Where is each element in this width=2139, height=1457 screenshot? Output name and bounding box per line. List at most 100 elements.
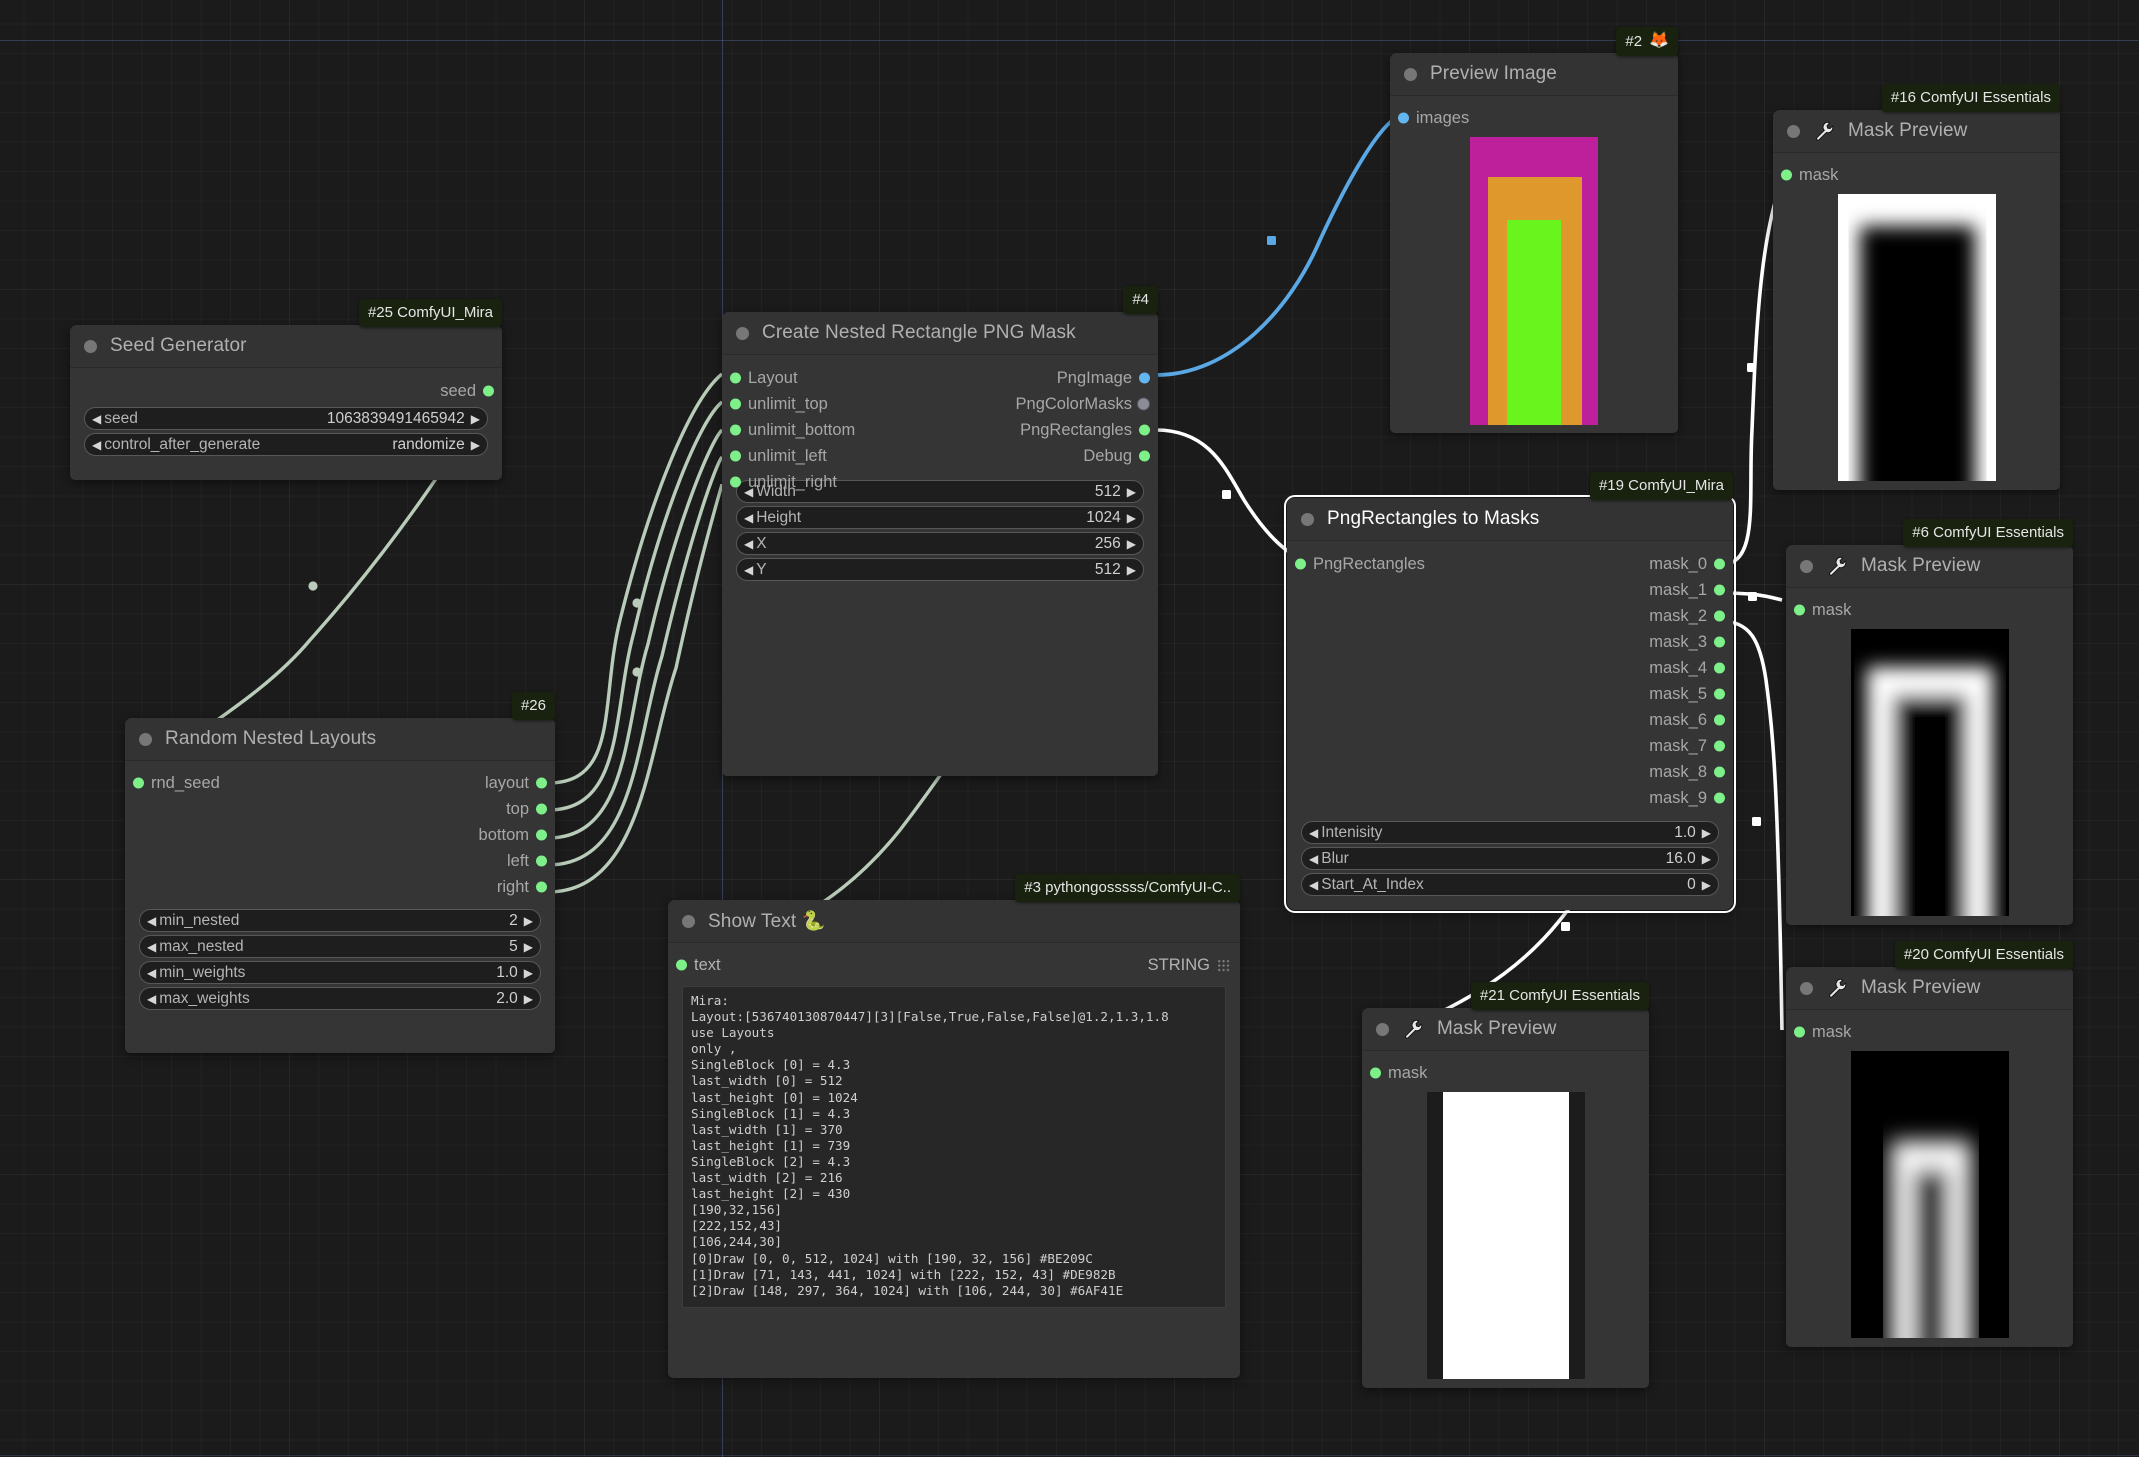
widget-value[interactable]: 0 <box>1687 876 1702 894</box>
widget-min-nested[interactable]: ◀ min_nested 2 ▶ <box>139 909 541 932</box>
graph-canvas[interactable]: #25 ComfyUI_Mira Seed Generator seed ◀ s… <box>0 0 2139 1457</box>
slot-dot-icon[interactable] <box>536 881 547 893</box>
slot-dot-icon[interactable] <box>1139 450 1150 462</box>
node-mask-preview-6[interactable]: #6 ComfyUI Essentials Mask Preview mask <box>1786 519 2073 925</box>
decrement-arrow-icon[interactable]: ◀ <box>744 538 753 550</box>
output-slot-mask-6[interactable]: mask_6 <box>1287 707 1733 733</box>
output-slot-mask-9[interactable]: mask_9 <box>1287 785 1733 811</box>
widget-max-weights[interactable]: ◀ max_weights 2.0 ▶ <box>139 987 541 1010</box>
output-slot-mask-3[interactable]: mask_3 <box>1287 629 1733 655</box>
node-create-nested-rectangle-png-mask[interactable]: #4 Create Nested Rectangle PNG Mask Layo… <box>722 286 1158 776</box>
widget-height[interactable]: ◀ Height 1024 ▶ <box>736 506 1144 529</box>
slot-dot-icon[interactable] <box>676 959 687 971</box>
output-slot-right[interactable]: right <box>125 874 555 900</box>
widget-value[interactable]: 1024 <box>1086 509 1126 527</box>
output-slot-top[interactable]: top <box>125 796 555 822</box>
node-title-bar[interactable]: Mask Preview <box>1362 1008 1649 1051</box>
node-preview-image[interactable]: #2 🦊 Preview Image images <box>1390 27 1678 433</box>
slot-dot-icon[interactable] <box>1714 740 1725 752</box>
widget-value[interactable]: randomize <box>392 436 470 454</box>
node-mask-preview-21[interactable]: #21 ComfyUI Essentials Mask Preview mask <box>1362 982 1649 1388</box>
node-title-bar[interactable]: Mask Preview <box>1786 545 2073 588</box>
output-slot-pngrectangles[interactable]: PngRectangles <box>722 417 1158 443</box>
widget-value[interactable]: 256 <box>1095 535 1127 553</box>
node-seed-generator[interactable]: #25 ComfyUI_Mira Seed Generator seed ◀ s… <box>70 299 502 480</box>
increment-arrow-icon[interactable]: ▶ <box>1127 486 1136 498</box>
increment-arrow-icon[interactable]: ▶ <box>1702 853 1711 865</box>
collapse-dot-icon[interactable] <box>1301 512 1314 526</box>
widget-value[interactable]: 512 <box>1095 561 1127 579</box>
output-slot-seed[interactable]: seed <box>70 378 502 404</box>
node-title-bar[interactable]: Seed Generator <box>70 325 502 368</box>
increment-arrow-icon[interactable]: ▶ <box>524 967 533 979</box>
input-slot-unlimit-right[interactable]: unlimit_right <box>722 469 972 495</box>
slot-dot-icon[interactable] <box>1398 112 1409 124</box>
output-slot-left[interactable]: left <box>125 848 555 874</box>
node-mask-preview-20[interactable]: #20 ComfyUI Essentials Mask Preview mask <box>1786 941 2073 1347</box>
collapse-dot-icon[interactable] <box>1376 1022 1389 1036</box>
slot-dot-icon[interactable] <box>536 855 547 867</box>
decrement-arrow-icon[interactable]: ◀ <box>1309 827 1318 839</box>
increment-arrow-icon[interactable]: ▶ <box>1127 564 1136 576</box>
slot-dot-icon[interactable] <box>1794 604 1805 616</box>
mask-preview-display[interactable] <box>1787 194 2046 481</box>
output-slot-mask-8[interactable]: mask_8 <box>1287 759 1733 785</box>
widget-value[interactable]: 1.0 <box>1674 824 1702 842</box>
node-title-bar[interactable]: Mask Preview <box>1786 967 2073 1010</box>
increment-arrow-icon[interactable]: ▶ <box>524 915 533 927</box>
slot-dot-icon[interactable] <box>1714 792 1725 804</box>
widget-seed[interactable]: ◀ seed 1063839491465942 ▶ <box>84 407 488 430</box>
decrement-arrow-icon[interactable]: ◀ <box>1309 853 1318 865</box>
collapse-dot-icon[interactable] <box>1800 981 1813 995</box>
slot-dot-icon[interactable] <box>536 829 547 841</box>
increment-arrow-icon[interactable]: ▶ <box>1127 512 1136 524</box>
widget-max-nested[interactable]: ◀ max_nested 5 ▶ <box>139 935 541 958</box>
slot-dot-icon[interactable] <box>1714 610 1725 622</box>
slot-dot-icon[interactable] <box>536 803 547 815</box>
grip-handle-icon[interactable] <box>1217 958 1230 972</box>
input-slot-mask[interactable]: mask <box>1786 597 2073 623</box>
increment-arrow-icon[interactable]: ▶ <box>1702 827 1711 839</box>
widget-x[interactable]: ◀ X 256 ▶ <box>736 532 1144 555</box>
collapse-dot-icon[interactable] <box>682 914 695 928</box>
increment-arrow-icon[interactable]: ▶ <box>524 941 533 953</box>
widget-value[interactable]: 5 <box>509 938 524 956</box>
node-title-bar[interactable]: Create Nested Rectangle PNG Mask <box>722 312 1158 355</box>
increment-arrow-icon[interactable]: ▶ <box>1702 879 1711 891</box>
widget-intensity[interactable]: ◀ Intenisity 1.0 ▶ <box>1301 821 1719 844</box>
output-slot-pngimage[interactable]: PngImage <box>722 365 1158 391</box>
collapse-dot-icon[interactable] <box>84 339 97 353</box>
output-slot-mask-0[interactable]: mask_0 <box>1287 551 1733 577</box>
slot-dot-icon[interactable] <box>730 476 741 488</box>
output-slot-mask-7[interactable]: mask_7 <box>1287 733 1733 759</box>
widget-start-at-index[interactable]: ◀ Start_At_Index 0 ▶ <box>1301 873 1719 896</box>
node-title-bar[interactable]: Show Text 🐍 <box>668 900 1240 943</box>
input-slot-images[interactable]: images <box>1390 105 1678 131</box>
slot-dot-icon[interactable] <box>536 777 547 789</box>
decrement-arrow-icon[interactable]: ◀ <box>92 439 101 451</box>
decrement-arrow-icon[interactable]: ◀ <box>147 993 156 1005</box>
slot-dot-icon[interactable] <box>1714 558 1725 570</box>
node-random-nested-layouts[interactable]: #26 Random Nested Layouts rnd_seed layou… <box>125 692 555 1053</box>
slot-dot-icon[interactable] <box>1714 714 1725 726</box>
decrement-arrow-icon[interactable]: ◀ <box>92 413 101 425</box>
increment-arrow-icon[interactable]: ▶ <box>471 439 480 451</box>
decrement-arrow-icon[interactable]: ◀ <box>147 967 156 979</box>
slot-dot-icon[interactable] <box>1137 397 1150 411</box>
node-mask-preview-16[interactable]: #16 ComfyUI Essentials Mask Preview mask <box>1773 84 2060 490</box>
widget-value[interactable]: 1063839491465942 <box>327 410 471 428</box>
input-slot-mask[interactable]: mask <box>1786 1019 2073 1045</box>
output-slot-mask-4[interactable]: mask_4 <box>1287 655 1733 681</box>
slot-dot-icon[interactable] <box>1714 662 1725 674</box>
widget-y[interactable]: ◀ Y 512 ▶ <box>736 558 1144 581</box>
slot-dot-icon[interactable] <box>1794 1026 1805 1038</box>
input-slot-mask[interactable]: mask <box>1362 1060 1649 1086</box>
widget-control-after-generate[interactable]: ◀ control_after_generate randomize ▶ <box>84 433 488 456</box>
slot-dot-icon[interactable] <box>1370 1067 1381 1079</box>
collapse-dot-icon[interactable] <box>1800 559 1813 573</box>
mask-preview-display[interactable] <box>1800 1051 2059 1338</box>
decrement-arrow-icon[interactable]: ◀ <box>744 512 753 524</box>
widget-value[interactable]: 2.0 <box>496 990 524 1008</box>
output-slot-mask-5[interactable]: mask_5 <box>1287 681 1733 707</box>
node-pngrectangles-to-masks[interactable]: #19 ComfyUI_Mira PngRectangles to Masks … <box>1284 472 1736 913</box>
